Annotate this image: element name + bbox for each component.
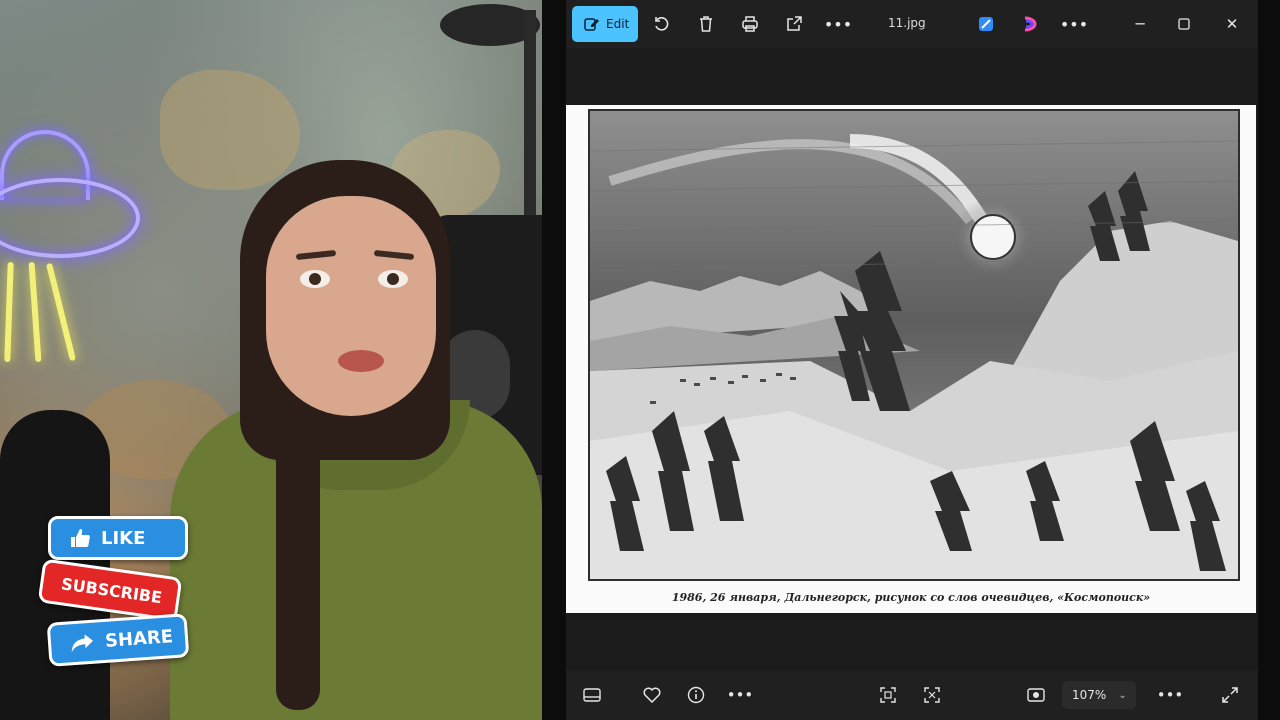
fit-to-window-icon [880,687,896,703]
chevron-down-icon: ⌄ [1118,689,1127,701]
edit-pencil-icon [584,18,599,31]
panel-divider [542,0,566,720]
minimize-button[interactable]: ─ [1128,12,1152,36]
delete-button[interactable] [694,12,718,36]
close-icon: ✕ [1225,15,1239,33]
presenter-braid [276,380,320,710]
rotate-button[interactable] [650,12,674,36]
image-canvas[interactable]: 1986, 26 января, Дальнегорск, рисунок со… [566,48,1258,670]
slideshow-button[interactable] [1024,683,1048,707]
share-icon [787,16,802,31]
top-toolbar: Edit ••• 11.jpg ••• ─ ✕ [566,0,1258,48]
neon-ufo-sign [0,120,160,380]
actual-size-button[interactable] [920,683,944,707]
more-icon: ••• [726,686,754,704]
maximize-icon [1178,18,1190,30]
more-icon: ••• [1156,686,1184,704]
info-button[interactable] [684,683,708,707]
actual-size-icon [924,687,940,703]
presenter-face [266,196,436,416]
presenter-mouth [338,350,384,372]
presenter-eye [378,270,408,288]
photo-caption: 1986, 26 января, Дальнегорск, рисунок со… [671,591,1151,604]
photos-app-window: Edit ••• 11.jpg ••• ─ ✕ 1986, 26 января,… [566,0,1258,720]
bottom-toolbar: ••• 107% ⌄ ••• [566,670,1258,720]
file-name: 11.jpg [888,16,926,30]
subscribe-label: SUBSCRIBE [60,573,164,607]
maximize-button[interactable] [1172,12,1196,36]
zoom-value: 107% [1072,688,1107,702]
edit-button[interactable]: Edit [572,6,638,42]
clipchamp-button[interactable] [1018,12,1042,36]
trash-icon [700,16,712,32]
more-options-button[interactable]: ••• [726,683,754,707]
wall-map-region [160,70,300,190]
more-icon: ••• [1059,14,1089,34]
print-button[interactable] [738,12,762,36]
print-icon [742,16,758,32]
info-icon [687,686,705,704]
pencil-drawing-ufo-sighting [588,109,1240,581]
share-arrow-icon [71,634,93,653]
thumbs-up-icon [71,529,90,547]
fireball [970,214,1016,260]
like-label: LIKE [101,527,146,549]
heart-icon [643,687,661,703]
more-actions-button[interactable]: ••• [1059,12,1089,36]
clipchamp-icon [1024,16,1037,32]
edit-label: Edit [606,17,630,31]
fullscreen-icon [1222,687,1238,703]
zoom-level-select[interactable]: 107% ⌄ [1062,681,1136,709]
filmstrip-button[interactable] [580,683,604,707]
lamp-pole [524,10,536,230]
more-options-button[interactable]: ••• [823,12,853,36]
screen-edge [1258,0,1280,720]
share-label: SHARE [104,625,174,652]
more-icon: ••• [823,14,853,34]
drawing-illustration [590,111,1238,579]
filmstrip-icon [583,688,601,702]
displayed-photo: 1986, 26 января, Дальнегорск, рисунок со… [566,105,1256,613]
slideshow-icon [1027,688,1045,702]
fullscreen-button[interactable] [1218,683,1242,707]
designer-button[interactable] [974,12,998,36]
presenter-eye [300,270,330,288]
favorite-button[interactable] [640,683,664,707]
webcam-video: LIKE SUBSCRIBE SHARE [0,0,542,720]
more-view-options-button[interactable]: ••• [1156,683,1184,707]
rotate-icon [655,17,669,31]
minimize-icon: ─ [1135,15,1145,33]
designer-icon [979,17,993,31]
fit-to-window-button[interactable] [876,683,900,707]
like-badge: LIKE [48,516,188,560]
close-button[interactable]: ✕ [1220,12,1244,36]
share-button[interactable] [782,12,806,36]
share-badge: SHARE [46,613,190,667]
